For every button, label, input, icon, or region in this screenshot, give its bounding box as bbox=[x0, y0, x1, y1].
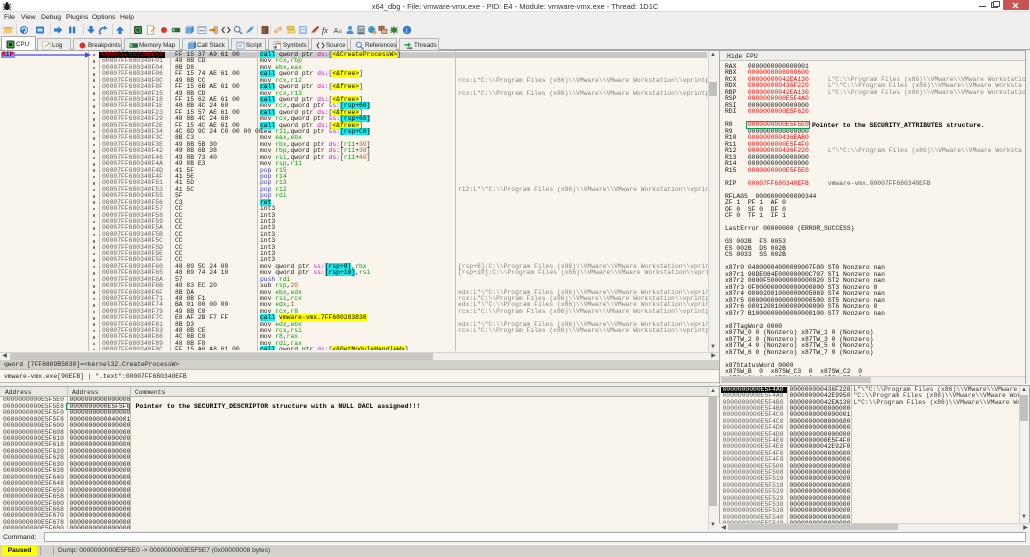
svg-text:fx: fx bbox=[322, 26, 328, 35]
svg-text:i: i bbox=[406, 27, 408, 35]
svg-text:a: a bbox=[338, 29, 342, 35]
